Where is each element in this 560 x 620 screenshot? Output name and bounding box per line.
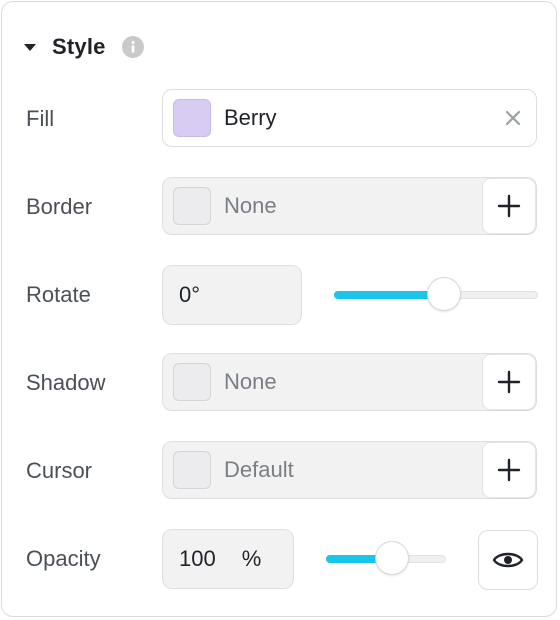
plus-icon	[497, 370, 521, 394]
rotate-slider[interactable]	[334, 278, 538, 310]
fill-label: Fill	[26, 106, 55, 131]
plus-icon	[497, 194, 521, 218]
cursor-label: Cursor	[26, 458, 93, 483]
shadow-label: Shadow	[26, 370, 106, 395]
opacity-input[interactable]: 100 %	[162, 529, 294, 589]
rotate-value: 0°	[179, 282, 201, 307]
rotate-input[interactable]: 0°	[162, 265, 302, 325]
info-icon[interactable]	[121, 36, 144, 58]
opacity-label: Opacity	[26, 546, 101, 571]
add-shadow-button[interactable]	[483, 355, 535, 409]
opacity-slider-thumb[interactable]	[376, 542, 408, 574]
style-panel: Style Fill Berry Border None Rotate 0° S…	[1, 1, 557, 617]
fill-value: Berry	[224, 105, 277, 130]
border-color-swatch	[173, 187, 211, 225]
opacity-slider[interactable]	[326, 542, 446, 574]
add-cursor-button[interactable]	[483, 443, 535, 497]
shadow-field[interactable]: None	[162, 353, 537, 411]
fill-color-swatch[interactable]	[173, 99, 211, 137]
opacity-value: 100	[179, 546, 216, 571]
rotate-slider-thumb[interactable]	[428, 278, 461, 310]
section-title: Style	[52, 34, 106, 59]
shadow-color-swatch	[173, 363, 211, 401]
border-value: None	[224, 193, 277, 218]
section-header[interactable]: Style	[24, 32, 144, 62]
caret-down-icon[interactable]	[24, 44, 36, 51]
add-border-button[interactable]	[483, 179, 535, 233]
shadow-value: None	[224, 369, 277, 394]
opacity-unit: %	[241, 546, 262, 571]
cursor-field[interactable]: Default	[162, 441, 537, 499]
fill-field[interactable]: Berry	[162, 89, 537, 147]
border-label: Border	[26, 194, 93, 219]
border-field[interactable]: None	[162, 177, 537, 235]
plus-icon	[497, 458, 521, 482]
cursor-swatch	[173, 451, 211, 489]
rotate-label: Rotate	[26, 282, 91, 307]
eye-icon	[492, 552, 524, 568]
close-icon[interactable]	[502, 107, 524, 129]
visibility-toggle-button[interactable]	[478, 530, 538, 590]
cursor-value: Default	[224, 457, 294, 482]
